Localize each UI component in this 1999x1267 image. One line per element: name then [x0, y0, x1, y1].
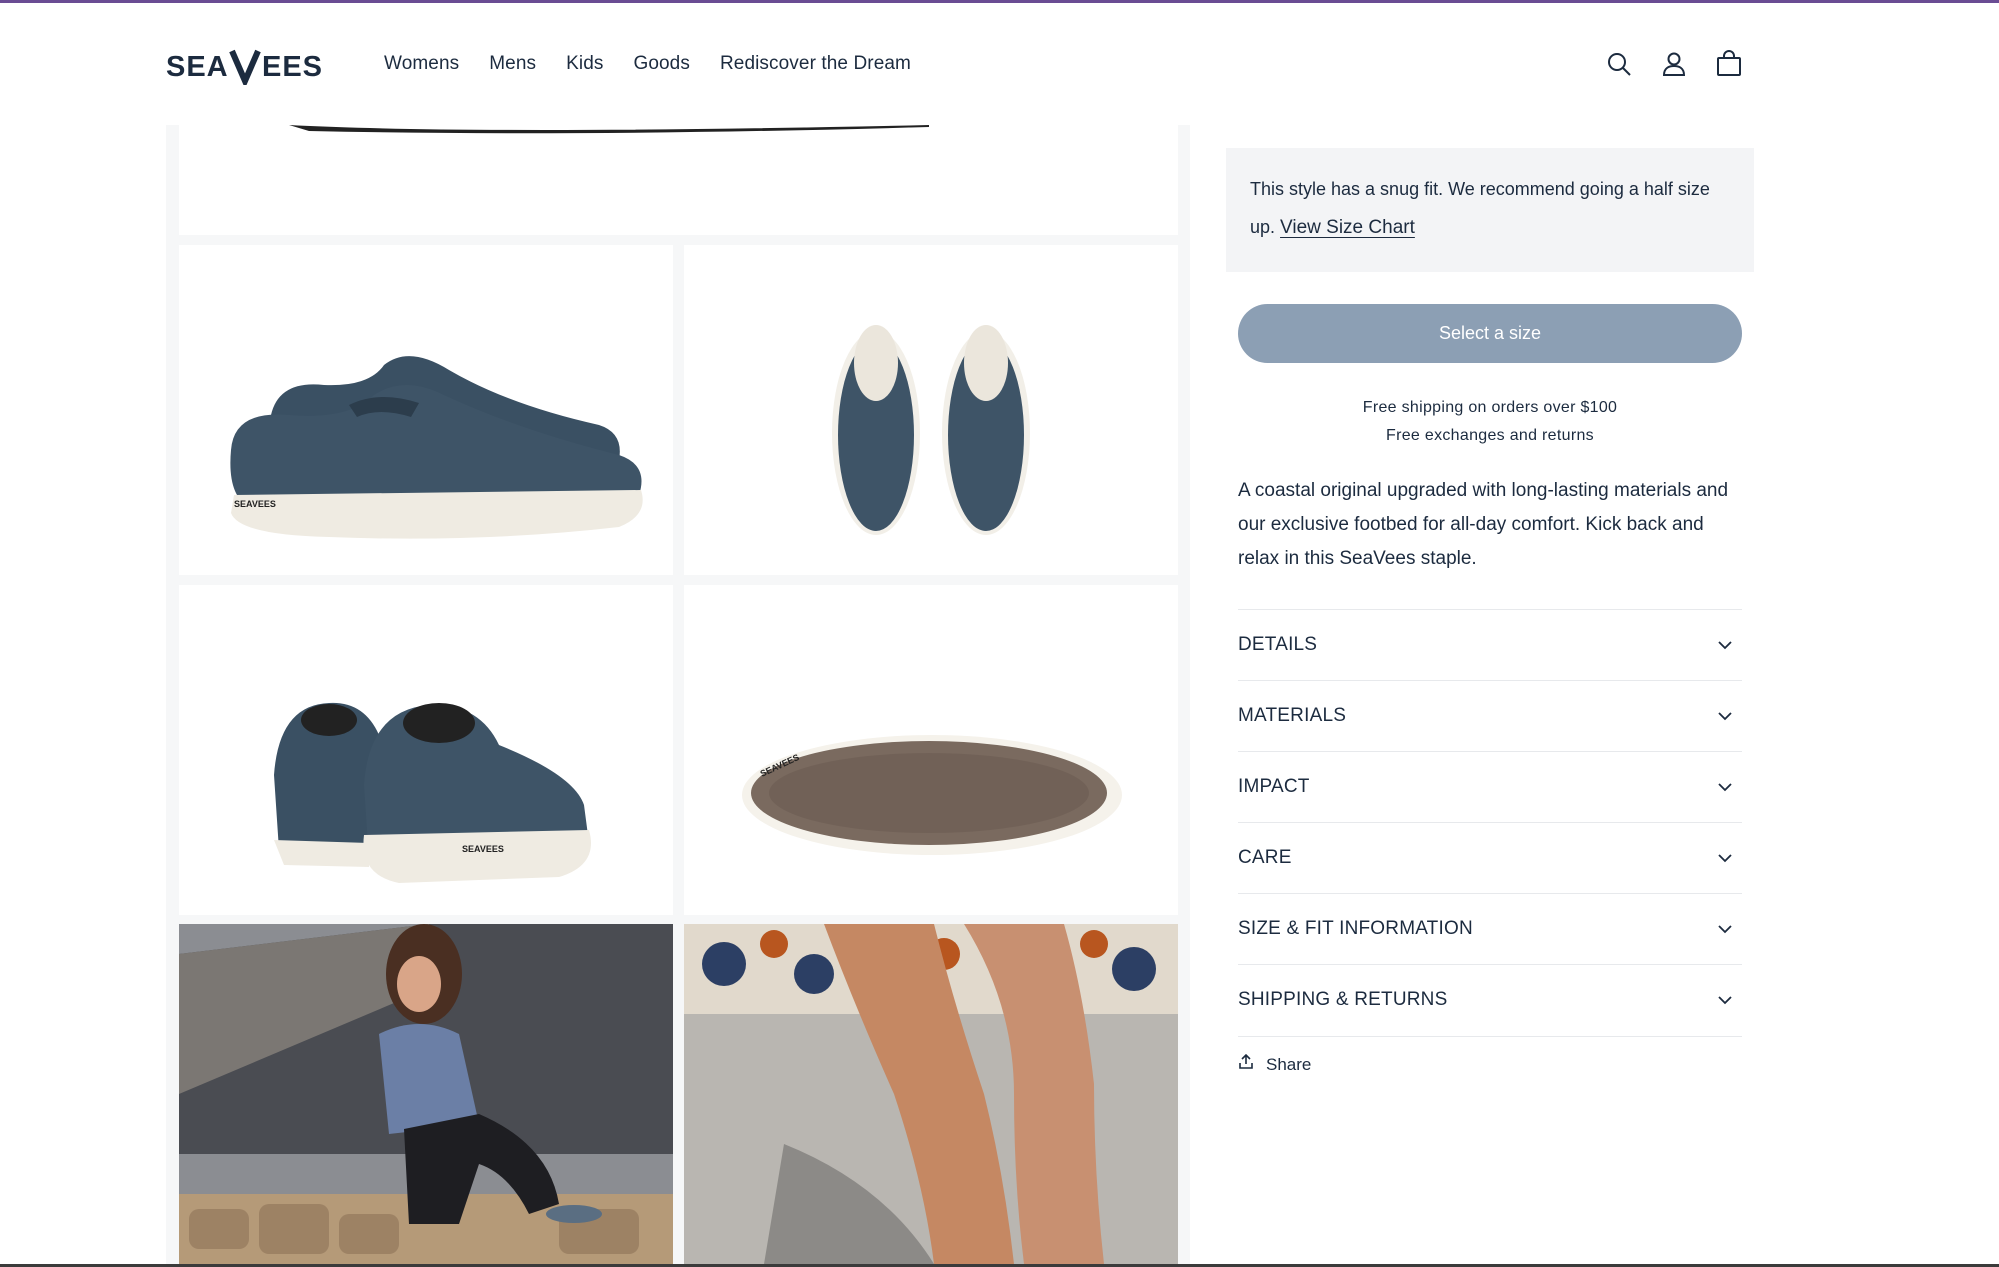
nav-womens[interactable]: Womens [384, 53, 459, 75]
view-size-chart-link[interactable]: View Size Chart [1280, 217, 1415, 238]
accordion-impact[interactable]: IMPACT [1238, 751, 1742, 822]
product-description: A coastal original upgraded with long-la… [1238, 480, 1729, 569]
accordion-divider [1238, 1036, 1742, 1037]
lifestyle-photo-legs[interactable] [684, 924, 1178, 1264]
nav-mens[interactable]: Mens [489, 53, 536, 75]
search-icon[interactable] [1604, 49, 1634, 79]
nav-rediscover-the-dream[interactable]: Rediscover the Dream [720, 53, 911, 75]
site-header: SEA EES Womens Mens Kids Goods Rediscove… [0, 3, 1999, 125]
account-icon[interactable] [1659, 49, 1689, 79]
shipping-line-free-exchanges: Free exchanges and returns [1386, 427, 1594, 444]
chevron-down-icon [1716, 778, 1734, 796]
chevron-down-icon [1716, 849, 1734, 867]
chevron-down-icon [1716, 920, 1734, 938]
accordion-label: MATERIALS [1238, 705, 1347, 726]
accordion-label: SIZE & FIT INFORMATION [1238, 918, 1473, 939]
select-size-button[interactable]: Select a size [1238, 304, 1742, 363]
nav-kids[interactable]: Kids [566, 53, 603, 75]
accordion-shipping-returns[interactable]: SHIPPING & RETURNS [1238, 964, 1742, 1035]
chevron-down-icon [1716, 707, 1734, 725]
header-icons [1604, 49, 1744, 79]
share-button[interactable]: Share [1238, 1053, 1312, 1075]
product-image-outsole[interactable]: SEAVEES [684, 585, 1178, 915]
seavees-logo[interactable]: SEA EES [166, 45, 338, 85]
fit-note: This style has a snug fit. We recommend … [1226, 148, 1754, 272]
svg-text:EES: EES [262, 51, 323, 83]
share-icon [1238, 1053, 1254, 1075]
share-label: Share [1266, 1054, 1312, 1074]
product-image-top-view[interactable] [684, 245, 1178, 575]
accordion-label: DETAILS [1238, 634, 1318, 655]
accordion-label: CARE [1238, 847, 1292, 868]
svg-text:SEAVEES: SEAVEES [462, 844, 504, 854]
lifestyle-photo-woman[interactable] [179, 924, 673, 1264]
svg-text:SEA: SEA [166, 51, 229, 83]
shipping-info: Free shipping on orders over $100 Free e… [1238, 394, 1742, 450]
product-image-side-pair[interactable]: SEAVEES [179, 245, 673, 575]
nav-goods[interactable]: Goods [633, 53, 689, 75]
accordion-label: SHIPPING & RETURNS [1238, 989, 1448, 1010]
accordion-care[interactable]: CARE [1238, 822, 1742, 893]
shipping-line-free-shipping: Free shipping on orders over $100 [1362, 399, 1618, 416]
chevron-down-icon [1716, 636, 1734, 654]
main-nav: Womens Mens Kids Goods Rediscover the Dr… [384, 53, 911, 75]
product-image-top[interactable] [179, 125, 1178, 235]
accordion-label: IMPACT [1238, 776, 1310, 797]
product-image-back-view[interactable]: SEAVEES [179, 585, 673, 915]
accordion-details[interactable]: DETAILS [1238, 609, 1742, 680]
accordion-materials[interactable]: MATERIALS [1238, 680, 1742, 751]
cart-icon[interactable] [1714, 49, 1744, 79]
chevron-down-icon [1716, 991, 1734, 1009]
accordion-size-fit-information[interactable]: SIZE & FIT INFORMATION [1238, 893, 1742, 964]
svg-text:SEAVEES: SEAVEES [234, 499, 276, 509]
